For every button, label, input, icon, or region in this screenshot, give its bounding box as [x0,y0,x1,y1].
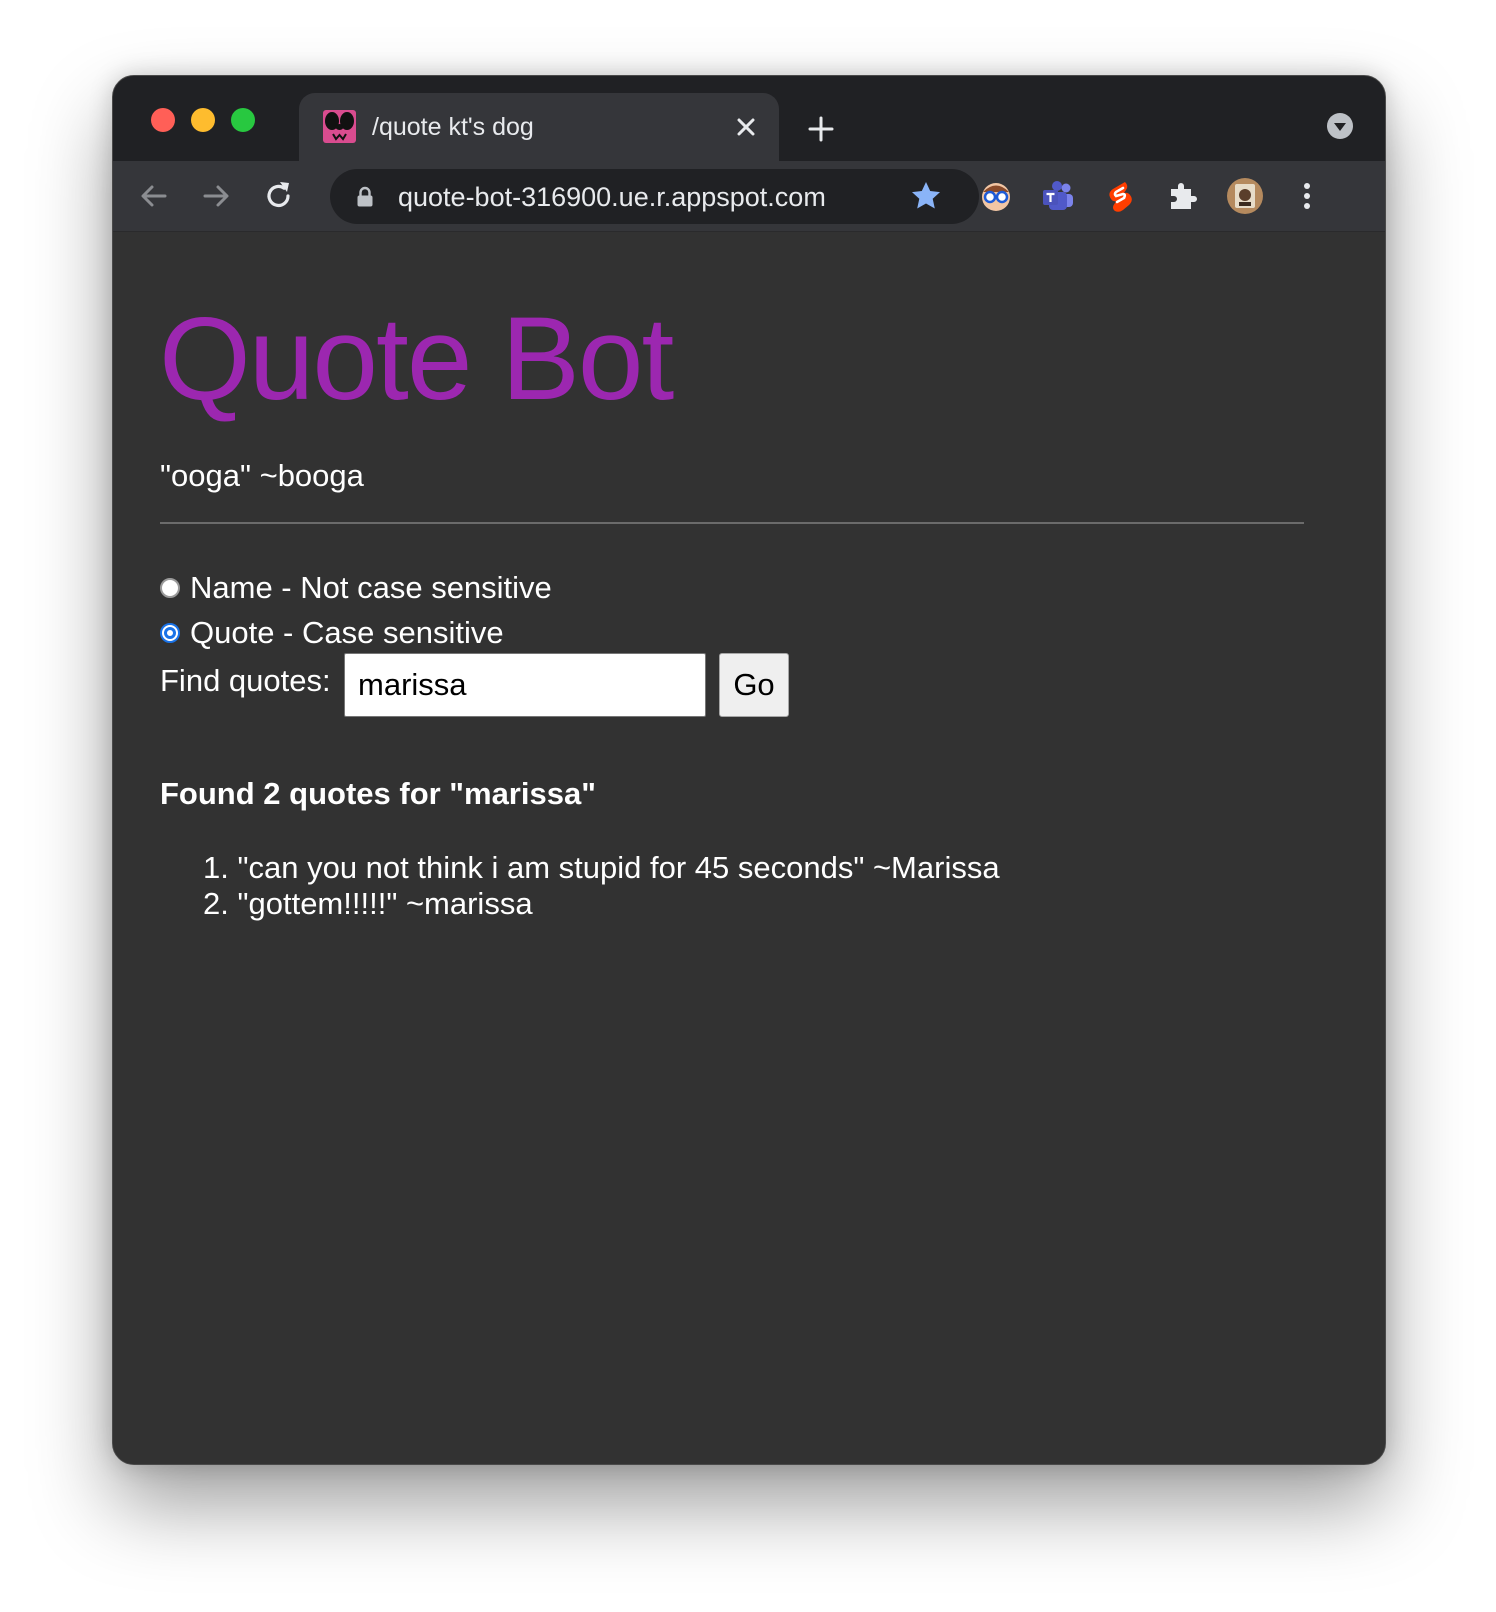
browser-toolbar: quote-bot-316900.ue.r.appspot.com [113,161,1385,232]
results-heading: Found 2 quotes for "marissa" [160,776,596,811]
search-input[interactable] [344,653,706,717]
maximize-window-button[interactable] [231,108,255,132]
svelte-extension-icon[interactable] [1101,177,1139,215]
profile-avatar[interactable] [1226,177,1264,215]
teams-extension-icon[interactable] [1039,177,1077,215]
list-item-text: "can you not think i am stupid for 45 se… [237,850,1000,885]
radio-label-name[interactable]: Name - Not case sensitive [190,570,552,606]
dog-face-icon [323,110,356,143]
puzzle-extensions-icon[interactable] [1163,177,1201,215]
results-list: 1. "can you not think i am stupid for 45… [203,850,1000,922]
radio-option-quote[interactable]: Quote - Case sensitive [160,615,504,651]
page-content: Quote Bot "ooga" ~booga Name - Not case … [113,232,1385,1464]
more-vertical-icon[interactable] [1288,177,1326,215]
lock-icon[interactable] [356,186,374,208]
minimize-window-button[interactable] [191,108,215,132]
list-item-number: 2. [203,886,229,921]
nerd-glasses-extension-icon[interactable] [977,177,1015,215]
list-item-text: "gottem!!!!!" ~marissa [237,886,533,921]
tab-strip: /quote kt's dog [113,76,1385,161]
name-radio[interactable] [160,578,180,598]
page-title: Quote Bot [159,293,674,425]
radio-option-name[interactable]: Name - Not case sensitive [160,570,552,606]
quote-radio[interactable] [160,623,180,643]
list-item: 1. "can you not think i am stupid for 45… [203,850,1000,886]
url-text[interactable]: quote-bot-316900.ue.r.appspot.com [398,180,826,214]
find-quotes-label: Find quotes: [160,663,331,698]
browser-window: /quote kt's dog quote-bot-316900.ue.r.ap… [112,75,1386,1465]
back-arrow-icon[interactable] [137,179,171,213]
plus-icon[interactable] [806,114,836,144]
forward-arrow-icon[interactable] [199,179,233,213]
close-window-button[interactable] [151,108,175,132]
radio-label-quote[interactable]: Quote - Case sensitive [190,615,504,651]
go-button[interactable]: Go [719,653,789,717]
reload-icon[interactable] [262,179,296,213]
address-bar[interactable]: quote-bot-316900.ue.r.appspot.com [330,169,979,224]
active-tab[interactable]: /quote kt's dog [299,93,779,161]
bookmark-star-icon[interactable] [910,180,942,212]
featured-quote: "ooga" ~booga [160,458,364,493]
list-item: 2. "gottem!!!!!" ~marissa [203,886,1000,922]
chevron-down-icon[interactable] [1326,112,1354,140]
list-item-number: 1. [203,850,229,885]
divider [160,522,1304,524]
close-icon[interactable] [733,114,759,140]
tab-title: /quote kt's dog [372,113,534,141]
